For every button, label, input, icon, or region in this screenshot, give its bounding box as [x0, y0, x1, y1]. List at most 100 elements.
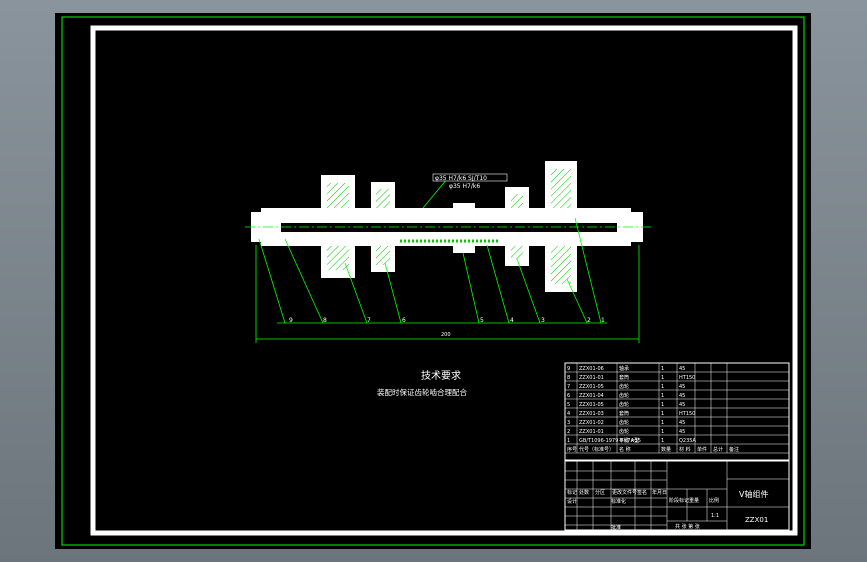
parts-cell-name: 齿轮 — [619, 392, 629, 399]
parts-cell-qty: 1 — [661, 411, 664, 417]
gear-large-left-hatch-top — [327, 183, 349, 208]
parts-cell-material: Q235A — [679, 438, 696, 444]
engineering-drawing: φ35 H7/k6 SJ/T10 φ35 H7/k6 9 8 7 6 5 4 3… — [61, 16, 805, 546]
parts-cell-no: 3 — [567, 420, 570, 426]
parts-cell-no: 2 — [567, 429, 570, 435]
parts-cell-name: 轴承 — [619, 365, 629, 372]
parts-cell-material: 45 — [679, 366, 685, 372]
tb-label-count: 处数 — [579, 489, 589, 496]
gear-large-right-hatch-bottom — [551, 246, 571, 284]
outer-frame — [61, 16, 805, 546]
tb-label-date: 年月日 — [652, 489, 667, 496]
gear-large-left-hatch-bottom — [327, 246, 349, 270]
tb-approve: 批准 — [611, 524, 621, 531]
tb-weight: 重量 — [689, 497, 699, 504]
parts-cell-material: 45 — [679, 384, 685, 390]
parts-cell-code: ZZX01-02 — [579, 420, 604, 426]
shaft-bore — [281, 223, 617, 232]
parts-cell-code: ZZX01-01 — [579, 429, 604, 435]
gear-small-left-hatch-top — [376, 189, 390, 208]
tb-label-zone: 分区 — [595, 489, 605, 496]
tb-label-sign: 签名 — [637, 489, 647, 496]
tb-label-change: 更改文件号 — [612, 489, 637, 496]
callout-line2: φ35 H7/k6 — [449, 183, 480, 190]
parts-header-material: 材 料 — [679, 446, 691, 453]
tb-label-mark: 标记 — [567, 489, 577, 496]
parts-cell-code: ZZX01-04 — [579, 393, 604, 399]
parts-cell-code: ZZX01-05 — [579, 384, 604, 390]
parts-list: 9 ZZX01-06 轴承 1 45 8 ZZX01-01 套筒 1 HT150 7 ZZX01-05… — [564, 362, 790, 461]
tb-scale-value: 1:1 — [711, 513, 719, 519]
tb-design: 设计 — [567, 498, 577, 505]
parts-cell-code: ZZX01-05 — [579, 402, 604, 408]
balloon-2: 2 — [587, 317, 591, 324]
parts-cell-qty: 1 — [661, 393, 664, 399]
parts-cell-no: 1 — [567, 438, 570, 444]
tb-stage: 阶段标记 — [669, 497, 689, 504]
balloon-5: 5 — [480, 317, 484, 324]
gear-small-left-hatch-bottom — [376, 246, 390, 265]
parts-cell-qty: 1 — [661, 384, 664, 390]
balloon-8: 8 — [323, 317, 327, 324]
balloon-1: 1 — [601, 317, 605, 324]
parts-cell-no: 9 — [567, 366, 570, 372]
parts-cell-no: 4 — [567, 411, 570, 417]
tb-name: V轴组件 — [739, 489, 768, 499]
parts-cell-name: 齿轮 — [619, 383, 629, 390]
parts-cell-code: ZZX01-01 — [579, 375, 604, 381]
parts-cell-qty: 1 — [661, 366, 664, 372]
parts-header-remark: 备注 — [729, 446, 739, 453]
callout-line1: φ35 H7/k6 SJ/T10 — [435, 175, 487, 182]
parts-header-qty: 数量 — [661, 446, 671, 453]
fit-callout: φ35 H7/k6 SJ/T10 φ35 H7/k6 — [422, 173, 508, 209]
overall-length: 200 — [441, 332, 451, 338]
parts-header-code: 代号（标准号） — [579, 446, 614, 453]
tb-standard: 标准化 — [611, 498, 626, 505]
tb-drawing-no: ZZX01 — [745, 516, 768, 524]
parts-cell-material: HT150 — [679, 411, 695, 417]
parts-cell-code: ZZX01-03 — [579, 411, 604, 417]
balloon-6: 6 — [402, 317, 406, 324]
parts-cell-qty: 1 — [661, 375, 664, 381]
gear-small-right-hatch-top — [511, 194, 523, 208]
parts-header-total_wt: 总计 — [713, 446, 723, 453]
parts-cell-no: 8 — [567, 375, 570, 381]
parts-cell-name: 齿轮 — [619, 401, 629, 408]
balloon-7: 7 — [367, 317, 371, 324]
balloon-9: 9 — [289, 317, 293, 324]
tb-scale: 比例 — [709, 497, 719, 504]
parts-cell-material: HT150 — [679, 375, 695, 381]
parts-cell-qty: 1 — [661, 402, 664, 408]
parts-cell-qty: 1 — [661, 420, 664, 426]
gear-small-right-hatch-bottom — [511, 246, 523, 259]
parts-cell-name: 平键 A型 — [619, 437, 639, 444]
notes-body: 装配时保证齿轮啮合理配合 — [377, 387, 467, 397]
balloon-3: 3 — [541, 317, 545, 324]
parts-cell-name: 齿轮 — [619, 428, 629, 435]
gear-large-right-hatch-top — [551, 169, 571, 208]
parts-cell-no: 6 — [567, 393, 570, 399]
parts-cell-qty: 1 — [661, 438, 664, 444]
drawing-sheet: φ35 H7/k6 SJ/T10 φ35 H7/k6 9 8 7 6 5 4 3… — [55, 13, 811, 549]
notes-title: 技术要求 — [421, 369, 461, 382]
parts-cell-name: 齿轮 — [619, 419, 629, 426]
inner-frame — [90, 25, 798, 536]
parts-cell-material: 45 — [679, 420, 685, 426]
spacer-center-bottom — [453, 245, 475, 253]
parts-cell-material: 45 — [679, 402, 685, 408]
parts-cell-material: 45 — [679, 393, 685, 399]
spacer-center — [453, 203, 475, 211]
parts-cell-name: 套筒 — [619, 374, 629, 381]
parts-cell-material: 45 — [679, 429, 685, 435]
balloon-4: 4 — [510, 317, 514, 324]
parts-cell-code: ZZX01-06 — [579, 366, 604, 372]
overall-dimension: 200 — [255, 245, 640, 343]
parts-header-no: 序号 — [567, 446, 577, 453]
parts-cell-no: 7 — [567, 384, 570, 390]
parts-header-unit_wt: 单件 — [697, 446, 707, 453]
parts-cell-name: 套筒 — [619, 410, 629, 417]
parts-header-name: 名 称 — [619, 446, 631, 453]
parts-cell-qty: 1 — [661, 429, 664, 435]
title-block: 标记 处数 分区 更改文件号 签名 年月日 设计 标准化 批准 阶段标记 重量 … — [564, 460, 790, 531]
tb-sheet-info: 共 张 第 张 — [675, 523, 700, 530]
